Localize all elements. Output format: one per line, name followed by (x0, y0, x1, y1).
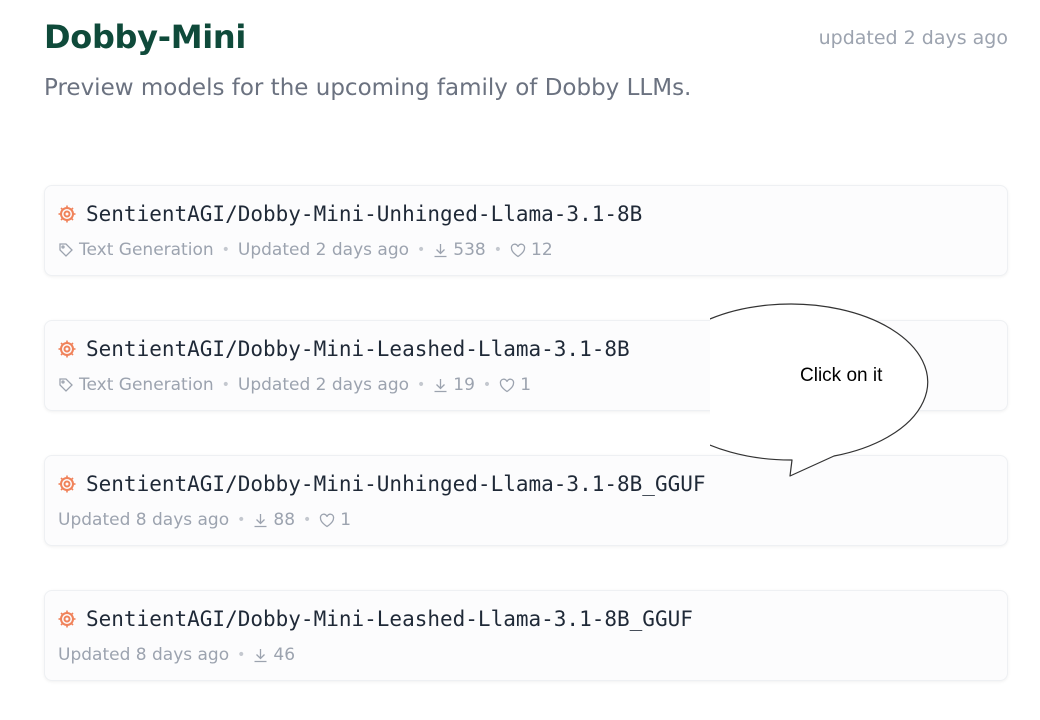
model-task[interactable]: Text Generation (79, 240, 214, 260)
model-updated: Updated 2 days ago (237, 240, 410, 260)
model-card[interactable]: SentientAGI/Dobby-Mini-Unhinged-Llama-3.… (44, 185, 1008, 276)
separator-dot: • (237, 512, 246, 528)
model-title-row[interactable]: SentientAGI/Dobby-Mini-Unhinged-Llama-3.… (58, 202, 642, 226)
collection-page: Dobby-Mini updated 2 days ago Preview mo… (0, 0, 1040, 720)
separator-dot: • (482, 377, 492, 393)
download-icon (253, 513, 268, 528)
download-icon (433, 378, 448, 393)
model-name-link[interactable]: SentientAGI/Dobby-Mini-Leashed-Llama-3.1… (86, 607, 693, 631)
downloads-value: 19 (453, 375, 475, 395)
separator-dot: • (417, 377, 426, 393)
likes-value: 1 (340, 510, 352, 530)
downloads-count: 46 (253, 645, 295, 665)
heart-icon (499, 378, 515, 393)
downloads-count: 88 (253, 510, 295, 530)
downloads-value: 46 (273, 645, 296, 665)
collection-description: Preview models for the upcoming family o… (44, 75, 692, 101)
tag-icon (58, 377, 74, 393)
model-name-link[interactable]: SentientAGI/Dobby-Mini-Unhinged-Llama-3.… (86, 472, 706, 496)
separator-dot: • (417, 242, 426, 258)
model-title-row[interactable]: SentientAGI/Dobby-Mini-Leashed-Llama-3.1… (58, 337, 630, 361)
downloads-count: 19 (433, 375, 475, 395)
sentient-org-icon (58, 610, 76, 628)
model-card[interactable]: SentientAGI/Dobby-Mini-Leashed-Llama-3.1… (44, 590, 1008, 681)
likes-count: 1 (499, 375, 531, 395)
sentient-org-icon (58, 205, 76, 223)
model-updated: Updated 2 days ago (237, 375, 410, 395)
collection-title[interactable]: Dobby-Mini (44, 18, 246, 56)
likes-value: 12 (531, 240, 553, 260)
downloads-count: 538 (433, 240, 486, 260)
heart-icon (510, 243, 526, 258)
heart-icon (319, 513, 335, 528)
model-updated: Updated 8 days ago (58, 645, 230, 665)
callout-bubble (710, 303, 929, 477)
tag-icon (58, 242, 74, 258)
model-title-row[interactable]: SentientAGI/Dobby-Mini-Leashed-Llama-3.1… (58, 607, 693, 631)
model-title-row[interactable]: SentientAGI/Dobby-Mini-Unhinged-Llama-3.… (58, 472, 706, 496)
sentient-org-icon (58, 340, 76, 358)
model-name-link[interactable]: SentientAGI/Dobby-Mini-Unhinged-Llama-3.… (86, 202, 642, 226)
downloads-value: 88 (273, 510, 296, 530)
callout-text: Click on it (800, 365, 883, 386)
sentient-org-icon (58, 475, 76, 493)
likes-count: 1 (319, 510, 351, 530)
model-meta-row: Text Generation • Updated 2 days ago • 5… (58, 240, 553, 260)
downloads-value: 538 (453, 240, 486, 260)
separator-dot: • (221, 242, 230, 258)
likes-count: 12 (510, 240, 553, 260)
likes-value: 1 (520, 375, 532, 395)
collection-updated-time: updated 2 days ago (818, 27, 1008, 49)
model-name-link[interactable]: SentientAGI/Dobby-Mini-Leashed-Llama-3.1… (86, 337, 630, 361)
model-meta-row: Updated 8 days ago • 46 (58, 645, 295, 665)
model-meta-row: Updated 8 days ago • 88 • 1 (58, 510, 351, 530)
separator-dot: • (493, 242, 502, 258)
separator-dot: • (221, 377, 230, 393)
model-task[interactable]: Text Generation (79, 375, 214, 395)
separator-dot: • (237, 647, 246, 663)
download-icon (253, 648, 268, 663)
model-updated: Updated 8 days ago (58, 510, 230, 530)
model-meta-row: Text Generation • Updated 2 days ago • 1… (58, 375, 531, 395)
separator-dot: • (303, 512, 312, 528)
download-icon (433, 243, 448, 258)
